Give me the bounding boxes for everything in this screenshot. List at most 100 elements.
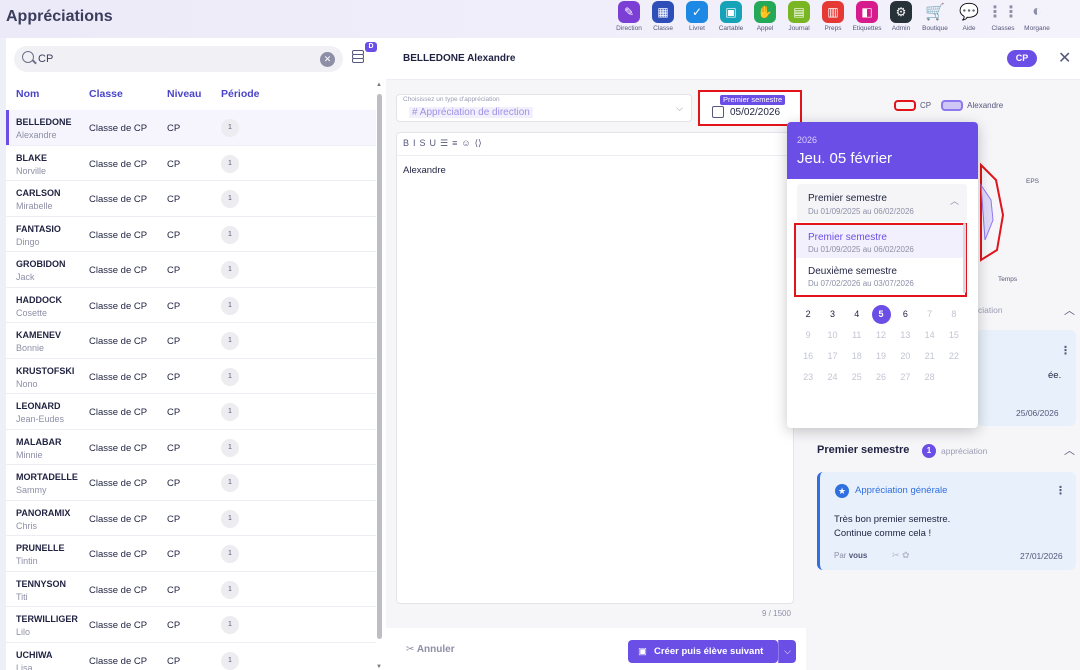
appreciation-text[interactable]: Alexandre [403, 165, 446, 176]
day-number: 3 [829, 309, 835, 319]
period-option-1[interactable]: Premier semestre Du 01/09/2025 au 06/02/… [796, 225, 965, 258]
day-number: 13 [900, 330, 911, 340]
scroll-down-icon[interactable]: ▼ [376, 664, 382, 670]
table-row[interactable]: CARLSON Mirabelle Classe de CP CP 1 [6, 181, 376, 217]
student-level: CP [167, 336, 181, 347]
bullet-list-icon[interactable]: ☰ [440, 138, 448, 152]
period-badge: 1 [221, 474, 239, 492]
bold-icon[interactable]: B [403, 138, 409, 152]
student-last-name: HADDOCK [16, 294, 62, 305]
period-select-name: Premier semestre [808, 193, 887, 204]
table-row[interactable]: BLAKE Norville Classe de CP CP 1 [6, 146, 376, 181]
table-row[interactable]: MORTADELLE Sammy Classe de CP CP 1 [6, 465, 376, 501]
nav-item-etiquettes[interactable]: ◧ Etiquettes [850, 0, 884, 38]
period-badge: 1 [221, 580, 239, 599]
create-next-button[interactable]: ▣ Créer puis élève suivant [628, 640, 778, 663]
chevron-up-icon[interactable]: ︿ [1064, 442, 1075, 458]
period-select[interactable]: Premier semestre Du 01/09/2025 au 06/02/… [797, 184, 967, 222]
document-icon: ▥ [822, 1, 844, 23]
table-row[interactable]: TENNYSON Titi Classe de CP CP 1 [6, 572, 376, 607]
nav-item-boutique[interactable]: 🛒 Boutique [918, 0, 952, 38]
nav-item-classe[interactable]: ▦ Classe [646, 0, 680, 38]
column-class[interactable]: Classe [89, 88, 123, 100]
nav-item-direction[interactable]: ✎ Direction [612, 0, 646, 38]
nav-item-journal[interactable]: ▤ Journal [782, 0, 816, 38]
table-row[interactable]: TERWILLIGER Lilo Classe de CP CP 1 [6, 607, 376, 643]
table-row[interactable]: KRUSTOFSKI Nono Classe de CP CP 1 [6, 359, 376, 394]
more-icon[interactable]: ⋮ [1060, 344, 1071, 357]
table-row[interactable]: UCHIWA Lisa Classe de CP CP 1 [6, 643, 376, 670]
calendar-day[interactable]: 2 [796, 304, 820, 325]
column-period[interactable]: Période [221, 88, 260, 100]
student-class: Classe de CP [89, 371, 148, 383]
column-level[interactable]: Niveau [167, 88, 201, 100]
column-name[interactable]: Nom [16, 88, 39, 100]
table-row[interactable]: KAMENEV Bonnie Classe de CP CP 1 [6, 323, 376, 359]
table-row[interactable]: BELLEDONE Alexandre Classe de CP CP 1 [6, 110, 376, 146]
options-scrollbar[interactable] [963, 223, 966, 293]
table-row[interactable]: PANORAMIX Chris Classe de CP CP 1 [6, 501, 376, 536]
nav-item-livret[interactable]: ✓ Livret [680, 0, 714, 38]
day-number: 19 [876, 351, 887, 361]
wand-icon: ✂ [406, 644, 415, 655]
nav-item-aide[interactable]: 💬 Aide [952, 0, 986, 38]
student-last-name: MORTADELLE [16, 472, 78, 482]
search-box[interactable]: ✕ [14, 46, 343, 72]
grid-icon: ⋮⋮ [987, 4, 1019, 21]
clear-search-icon[interactable]: ✕ [320, 52, 335, 67]
italic-icon[interactable]: I [413, 138, 416, 152]
table-row[interactable]: LEONARD Jean-Eudes Classe de CP CP 1 [6, 394, 376, 430]
nav-item-classes[interactable]: ⋮⋮ Classes [986, 0, 1020, 38]
student-last-name: PANORAMIX [16, 507, 71, 518]
close-icon[interactable]: ✕ [1058, 48, 1071, 68]
emoji-icon[interactable]: ☺ [461, 138, 470, 152]
calendar-day[interactable]: 6 [893, 304, 917, 325]
calendar-day: 25 [845, 367, 869, 388]
student-class: Classe de CP [89, 513, 148, 525]
calendar-day: 24 [820, 367, 844, 388]
top-bar: Appréciations ✎ Direction ▦ Classe ✓ Livret ▣ C… [0, 0, 1080, 38]
table-row[interactable]: HADDOCK Cosette Classe de CP CP 1 [6, 288, 376, 323]
table-row[interactable]: GROBIDON Jack Classe de CP CP 1 [6, 252, 376, 288]
toolbar-divider [397, 155, 793, 156]
calendar-day: 20 [893, 346, 917, 367]
card-title: Appréciation générale [855, 485, 948, 496]
nav-item-admin[interactable]: ⚙ Admin [884, 0, 918, 38]
table-row[interactable]: FANTASIO Dingo Classe de CP CP 1 [6, 217, 376, 252]
numbered-list-icon[interactable]: ≡ [452, 138, 457, 152]
chevron-up-icon[interactable]: ︿ [1064, 302, 1075, 318]
card-action-icons[interactable]: ✂ ✿ [892, 550, 910, 561]
student-first-name: Lilo [16, 627, 31, 637]
day-number: 6 [902, 309, 908, 319]
date-field[interactable]: Premier semestre 05/02/2026 [698, 90, 802, 126]
table-row[interactable]: MALABAR Minnie Classe de CP CP 1 [6, 430, 376, 465]
period-option-2[interactable]: Deuxième semestre Du 07/02/2026 au 03/07… [796, 259, 965, 292]
cancel-button[interactable]: ✂ Annuler [406, 644, 455, 655]
list-scrollbar[interactable]: ▲ ▼ [376, 82, 383, 670]
calendar-day[interactable]: 5 [869, 304, 893, 325]
create-options-chevron-icon[interactable]: ⌵ [778, 640, 796, 663]
more-icon[interactable]: ⋮ [1055, 484, 1066, 497]
format-toolbar: B I S U ☰ ≡ ☺ ⟨⟩ [403, 138, 482, 152]
student-class: Classe de CP [89, 620, 148, 631]
calendar-day[interactable]: 4 [845, 304, 869, 325]
strikethrough-icon[interactable]: S [420, 138, 426, 152]
calendar-day[interactable]: 3 [820, 304, 844, 325]
period-select-range: Du 01/09/2025 au 06/02/2026 [808, 207, 914, 216]
day-number: 15 [948, 330, 959, 340]
day-number: 23 [803, 372, 814, 382]
appreciation-type-select[interactable]: Choisissez un type d'appréciation # Appr… [396, 94, 692, 122]
nav-item-preps[interactable]: ▥ Preps [816, 0, 850, 38]
layers-icon[interactable] [352, 50, 366, 64]
code-icon[interactable]: ⟨⟩ [475, 138, 482, 152]
scroll-up-icon[interactable]: ▲ [376, 82, 382, 88]
table-row[interactable]: PRUNELLE Tintin Classe de CP CP 1 [6, 536, 376, 572]
nav-item-appel[interactable]: ✋ Appel [748, 0, 782, 38]
picker-year[interactable]: 2026 [797, 135, 817, 145]
nav-item-morgane[interactable]: ◐ Morgane [1020, 0, 1054, 38]
search-input[interactable] [38, 50, 298, 68]
nav-item-cartable[interactable]: ▣ Cartable [714, 0, 748, 38]
appreciation-textbox[interactable]: B I S U ☰ ≡ ☺ ⟨⟩ Alexandre [396, 132, 794, 604]
scroll-thumb[interactable] [377, 94, 382, 639]
underline-icon[interactable]: U [430, 138, 437, 152]
